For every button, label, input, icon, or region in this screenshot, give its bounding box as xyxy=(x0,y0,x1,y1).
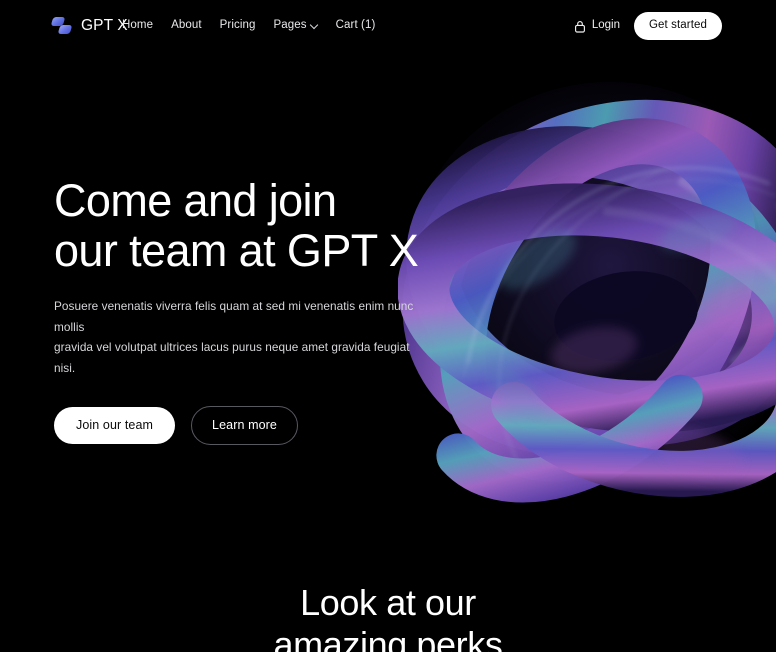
chevron-down-icon xyxy=(311,22,318,29)
nav-item-home[interactable]: Home xyxy=(122,20,153,32)
nav-item-pages-label: Pages xyxy=(273,19,307,32)
nav-item-pricing-label: Pricing xyxy=(219,19,256,32)
hero-copy: Come and join our team at GPT X Posuere … xyxy=(54,176,454,445)
hero-actions: Join our team Learn more xyxy=(54,406,454,445)
hero-artwork-torus-knot-icon xyxy=(398,64,776,534)
primary-nav: Home About Pricing Pages Cart (1) xyxy=(122,20,375,32)
nav-item-cart-label: Cart (1) xyxy=(335,19,376,32)
login-label: Login xyxy=(591,19,620,32)
brand-logo[interactable]: GPT X xyxy=(50,16,128,36)
landing-page: GPT X Home About Pricing Pages Cart (1) xyxy=(0,0,776,652)
nav-item-about-label: About xyxy=(171,19,202,32)
header-actions: Login Get started xyxy=(574,11,722,41)
login-link[interactable]: Login xyxy=(574,20,620,33)
hero-subtitle: Posuere venenatis viverra felis quam at … xyxy=(54,298,414,375)
lock-icon xyxy=(574,20,585,33)
join-our-team-button[interactable]: Join our team xyxy=(54,407,176,444)
learn-more-button[interactable]: Learn more xyxy=(191,406,298,445)
hero-title: Come and join our team at GPT X xyxy=(54,175,419,276)
site-header: GPT X Home About Pricing Pages Cart (1) xyxy=(0,0,776,52)
brand-name: GPT X xyxy=(81,17,128,35)
get-started-button[interactable]: Get started xyxy=(634,11,722,41)
perks-title: Look at our amazing perks xyxy=(273,582,503,652)
nav-item-cart[interactable]: Cart (1) xyxy=(336,20,376,32)
nav-item-home-label: Home xyxy=(122,19,154,32)
hero-section: Come and join our team at GPT X Posuere … xyxy=(0,52,776,534)
logo-mark-icon xyxy=(50,16,73,36)
perks-section: Look at our amazing perks xyxy=(0,534,776,652)
nav-item-about[interactable]: About xyxy=(171,20,202,32)
nav-item-pages[interactable]: Pages xyxy=(274,20,318,32)
nav-item-pricing[interactable]: Pricing xyxy=(220,20,256,32)
